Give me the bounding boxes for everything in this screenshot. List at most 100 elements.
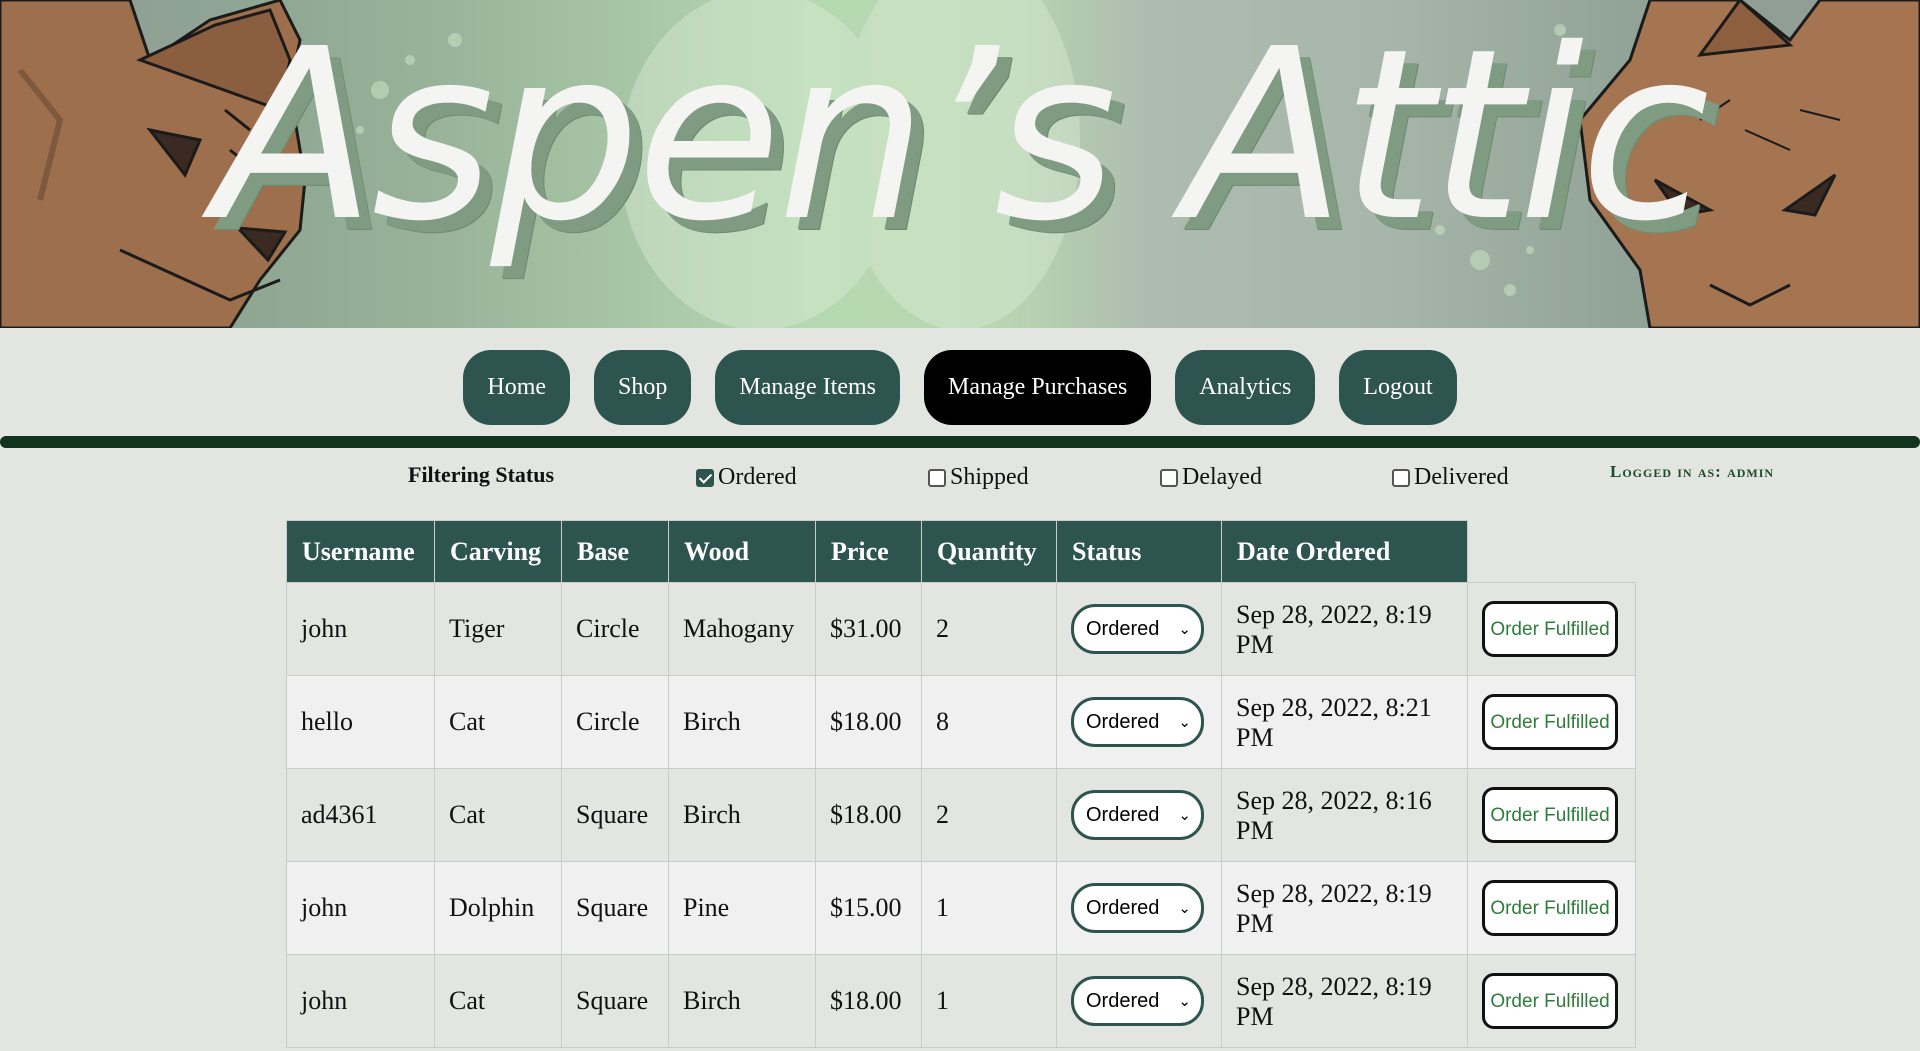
- filter-delayed-option[interactable]: Delayed: [1160, 464, 1262, 491]
- nav-manage-purchases-button[interactable]: Manage Purchases: [924, 350, 1152, 425]
- cell-wood: Pine: [668, 861, 816, 955]
- filter-shipped-label: Shipped: [950, 464, 1029, 490]
- cell-base: Square: [561, 954, 669, 1048]
- chevron-down-icon: ⌄: [1178, 993, 1191, 1010]
- status-select-value: Ordered: [1086, 896, 1160, 919]
- cell-price: $31.00: [815, 582, 922, 676]
- date-line: Sep 28, 2022, 8:19: [1236, 879, 1432, 908]
- nav-manage-items-button[interactable]: Manage Items: [715, 350, 901, 425]
- cell-action: Order Fulfilled: [1467, 768, 1636, 862]
- status-select-value: Ordered: [1086, 989, 1160, 1012]
- purchases-table: Username Carving Base Wood Price Quantit…: [286, 520, 1636, 1048]
- col-date-ordered: Date Ordered: [1221, 520, 1468, 583]
- cell-carving: Tiger: [434, 582, 562, 676]
- cell-action: Order Fulfilled: [1467, 954, 1636, 1048]
- cell-username: john: [286, 861, 435, 955]
- cell-quantity: 2: [921, 582, 1057, 676]
- col-base: Base: [561, 520, 669, 583]
- date-line: PM: [1236, 723, 1274, 752]
- nav-divider: [0, 436, 1920, 448]
- status-select[interactable]: Ordered ⌄: [1071, 604, 1204, 654]
- cell-date-ordered: Sep 28, 2022, 8:19 PM: [1221, 954, 1468, 1048]
- date-line: PM: [1236, 630, 1274, 659]
- date-line: PM: [1236, 816, 1274, 845]
- col-wood: Wood: [668, 520, 816, 583]
- col-actions: [1468, 521, 1636, 583]
- date-line: Sep 28, 2022, 8:19: [1236, 600, 1432, 629]
- cell-wood: Birch: [668, 675, 816, 769]
- chevron-down-icon: ⌄: [1178, 807, 1191, 824]
- nav-shop-button[interactable]: Shop: [594, 350, 692, 425]
- cell-carving: Cat: [434, 675, 562, 769]
- cell-action: Order Fulfilled: [1467, 582, 1636, 676]
- table-header-row: Username Carving Base Wood Price Quantit…: [286, 520, 1636, 583]
- cell-status: Ordered ⌄: [1056, 861, 1222, 955]
- date-line: Sep 28, 2022, 8:16: [1236, 786, 1432, 815]
- nav-logout-button[interactable]: Logout: [1339, 350, 1457, 425]
- cell-wood: Mahogany: [668, 582, 816, 676]
- cell-status: Ordered ⌄: [1056, 582, 1222, 676]
- table-row: ad4361 Cat Square Birch $18.00 2 Ordered…: [286, 768, 1636, 862]
- order-fulfilled-button[interactable]: Order Fulfilled: [1482, 973, 1618, 1029]
- status-select[interactable]: Ordered ⌄: [1071, 790, 1204, 840]
- cell-username: john: [286, 582, 435, 676]
- filter-delivered-checkbox[interactable]: [1392, 468, 1410, 487]
- date-line: PM: [1236, 1002, 1274, 1031]
- cell-date-ordered: Sep 28, 2022, 8:19 PM: [1221, 861, 1468, 955]
- status-select[interactable]: Ordered ⌄: [1071, 697, 1204, 747]
- main-nav: Home Shop Manage Items Manage Purchases …: [0, 350, 1920, 425]
- filter-shipped-checkbox[interactable]: [928, 468, 946, 487]
- site-title: Aspen’s Attic: [214, 0, 1710, 273]
- cell-quantity: 1: [921, 954, 1057, 1048]
- col-carving: Carving: [434, 520, 562, 583]
- cell-carving: Cat: [434, 954, 562, 1048]
- filter-ordered-option[interactable]: Ordered: [696, 464, 797, 491]
- nav-home-button[interactable]: Home: [463, 350, 571, 425]
- status-select-value: Ordered: [1086, 617, 1160, 640]
- cell-base: Circle: [561, 675, 669, 769]
- cell-carving: Cat: [434, 768, 562, 862]
- filter-delayed-label: Delayed: [1182, 464, 1262, 490]
- cell-status: Ordered ⌄: [1056, 675, 1222, 769]
- chevron-down-icon: ⌄: [1178, 714, 1191, 731]
- cell-date-ordered: Sep 28, 2022, 8:21 PM: [1221, 675, 1468, 769]
- table-row: john Cat Square Birch $18.00 1 Ordered ⌄…: [286, 954, 1636, 1048]
- cell-base: Square: [561, 861, 669, 955]
- order-fulfilled-button[interactable]: Order Fulfilled: [1482, 787, 1618, 843]
- cell-price: $18.00: [815, 954, 922, 1048]
- table-row: hello Cat Circle Birch $18.00 8 Ordered …: [286, 675, 1636, 769]
- cell-username: hello: [286, 675, 435, 769]
- order-fulfilled-button[interactable]: Order Fulfilled: [1482, 880, 1618, 936]
- col-price: Price: [815, 520, 922, 583]
- filter-shipped-option[interactable]: Shipped: [928, 464, 1029, 491]
- filter-delivered-label: Delivered: [1414, 464, 1509, 490]
- date-line: Sep 28, 2022, 8:19: [1236, 972, 1432, 1001]
- cell-username: ad4361: [286, 768, 435, 862]
- status-select-value: Ordered: [1086, 710, 1160, 733]
- filter-ordered-label: Ordered: [718, 464, 797, 490]
- table-row: john Tiger Circle Mahogany $31.00 2 Orde…: [286, 582, 1636, 676]
- filter-delayed-checkbox[interactable]: [1160, 468, 1178, 487]
- col-username: Username: [286, 520, 435, 583]
- cell-carving: Dolphin: [434, 861, 562, 955]
- cell-status: Ordered ⌄: [1056, 954, 1222, 1048]
- cell-base: Circle: [561, 582, 669, 676]
- cell-quantity: 8: [921, 675, 1057, 769]
- table-row: john Dolphin Square Pine $15.00 1 Ordere…: [286, 861, 1636, 955]
- cell-date-ordered: Sep 28, 2022, 8:16 PM: [1221, 768, 1468, 862]
- status-select[interactable]: Ordered ⌄: [1071, 883, 1204, 933]
- order-fulfilled-button[interactable]: Order Fulfilled: [1482, 694, 1618, 750]
- cell-price: $18.00: [815, 675, 922, 769]
- filter-delivered-option[interactable]: Delivered: [1392, 464, 1509, 491]
- chevron-down-icon: ⌄: [1178, 621, 1191, 638]
- date-line: Sep 28, 2022, 8:21: [1236, 693, 1432, 722]
- cell-quantity: 2: [921, 768, 1057, 862]
- cell-wood: Birch: [668, 768, 816, 862]
- filter-ordered-checkbox[interactable]: [696, 468, 714, 487]
- status-select[interactable]: Ordered ⌄: [1071, 976, 1204, 1026]
- order-fulfilled-button[interactable]: Order Fulfilled: [1482, 601, 1618, 657]
- nav-analytics-button[interactable]: Analytics: [1175, 350, 1316, 425]
- cell-action: Order Fulfilled: [1467, 675, 1636, 769]
- chevron-down-icon: ⌄: [1178, 900, 1191, 917]
- cell-date-ordered: Sep 28, 2022, 8:19 PM: [1221, 582, 1468, 676]
